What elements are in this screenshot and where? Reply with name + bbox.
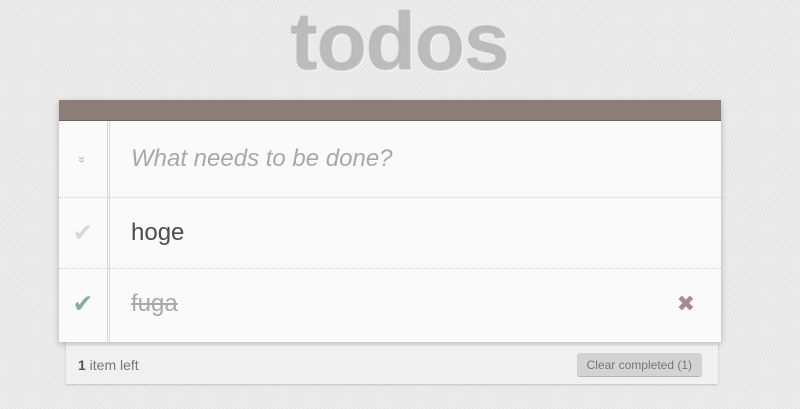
todo-count-suffix: item left: [85, 357, 139, 373]
app-title: todos: [290, 0, 510, 88]
todo-label[interactable]: hoge: [131, 198, 184, 268]
todo-item: ✔ hoge: [59, 198, 721, 269]
todo-list: ✔ hoge ✔ fuga ✖: [59, 198, 721, 339]
todo-checkbox-check-icon[interactable]: ✔: [59, 269, 107, 339]
todo-checkbox-check-icon[interactable]: ✔: [59, 198, 107, 268]
panel-header-bar: [59, 100, 721, 121]
todo-item: ✔ fuga ✖: [59, 269, 721, 339]
todo-label[interactable]: fuga: [131, 269, 178, 339]
double-chevron-down-icon: »: [75, 155, 91, 163]
todo-count: 1 item left: [78, 346, 139, 384]
todo-panel: » ✔ hoge ✔ fuga ✖: [59, 100, 721, 342]
destroy-x-icon[interactable]: ✖: [677, 269, 695, 339]
todo-count-number: 1: [78, 357, 86, 373]
footer: 1 item left Clear completed (1): [66, 346, 718, 384]
toggle-all-icon[interactable]: »: [59, 121, 107, 197]
clear-completed-button[interactable]: Clear completed (1): [576, 353, 702, 377]
new-todo-row: »: [59, 121, 721, 198]
new-todo-input[interactable]: [131, 141, 691, 177]
